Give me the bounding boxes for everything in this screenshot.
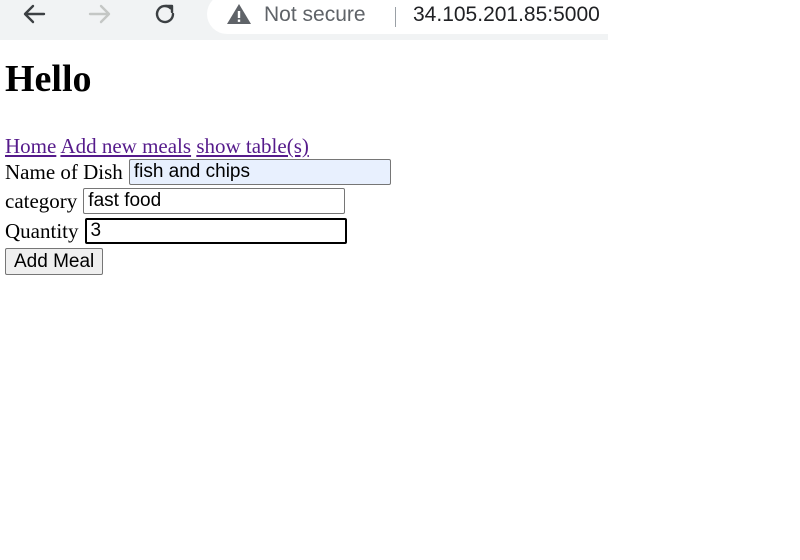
quantity-row: Quantity — [5, 218, 347, 244]
address-divider — [395, 7, 396, 27]
back-button[interactable] — [14, 0, 54, 28]
forward-arrow-icon — [88, 4, 111, 24]
dish-label: Name of Dish — [5, 160, 123, 184]
dish-row: Name of Dish — [5, 159, 391, 185]
page-title: Hello — [5, 58, 92, 100]
nav-link-home[interactable]: Home — [5, 134, 56, 158]
quantity-label: Quantity — [5, 219, 79, 243]
category-row: category — [5, 188, 346, 214]
category-label: category — [5, 189, 78, 213]
browser-toolbar: Not secure 34.105.201.85:5000 — [0, 0, 608, 40]
security-status[interactable]: Not secure — [264, 0, 366, 30]
quantity-input[interactable] — [84, 218, 347, 244]
nav-link-add-new-meals[interactable]: Add new meals — [60, 134, 191, 158]
url-text[interactable]: 34.105.201.85:5000 — [413, 0, 600, 30]
reload-icon — [155, 4, 175, 24]
nav-links: Home Add new meals show table(s) — [5, 133, 309, 159]
nav-link-show-tables[interactable]: show table(s) — [196, 134, 309, 158]
category-input[interactable] — [83, 188, 346, 214]
address-bar[interactable]: Not secure 34.105.201.85:5000 — [207, 0, 608, 34]
back-arrow-icon — [23, 4, 46, 24]
forward-button[interactable] — [80, 0, 120, 28]
reload-button[interactable] — [145, 0, 185, 28]
dish-name-input[interactable] — [128, 159, 391, 185]
warning-triangle-icon[interactable] — [225, 2, 253, 26]
add-meal-button[interactable]: Add Meal — [5, 248, 104, 275]
